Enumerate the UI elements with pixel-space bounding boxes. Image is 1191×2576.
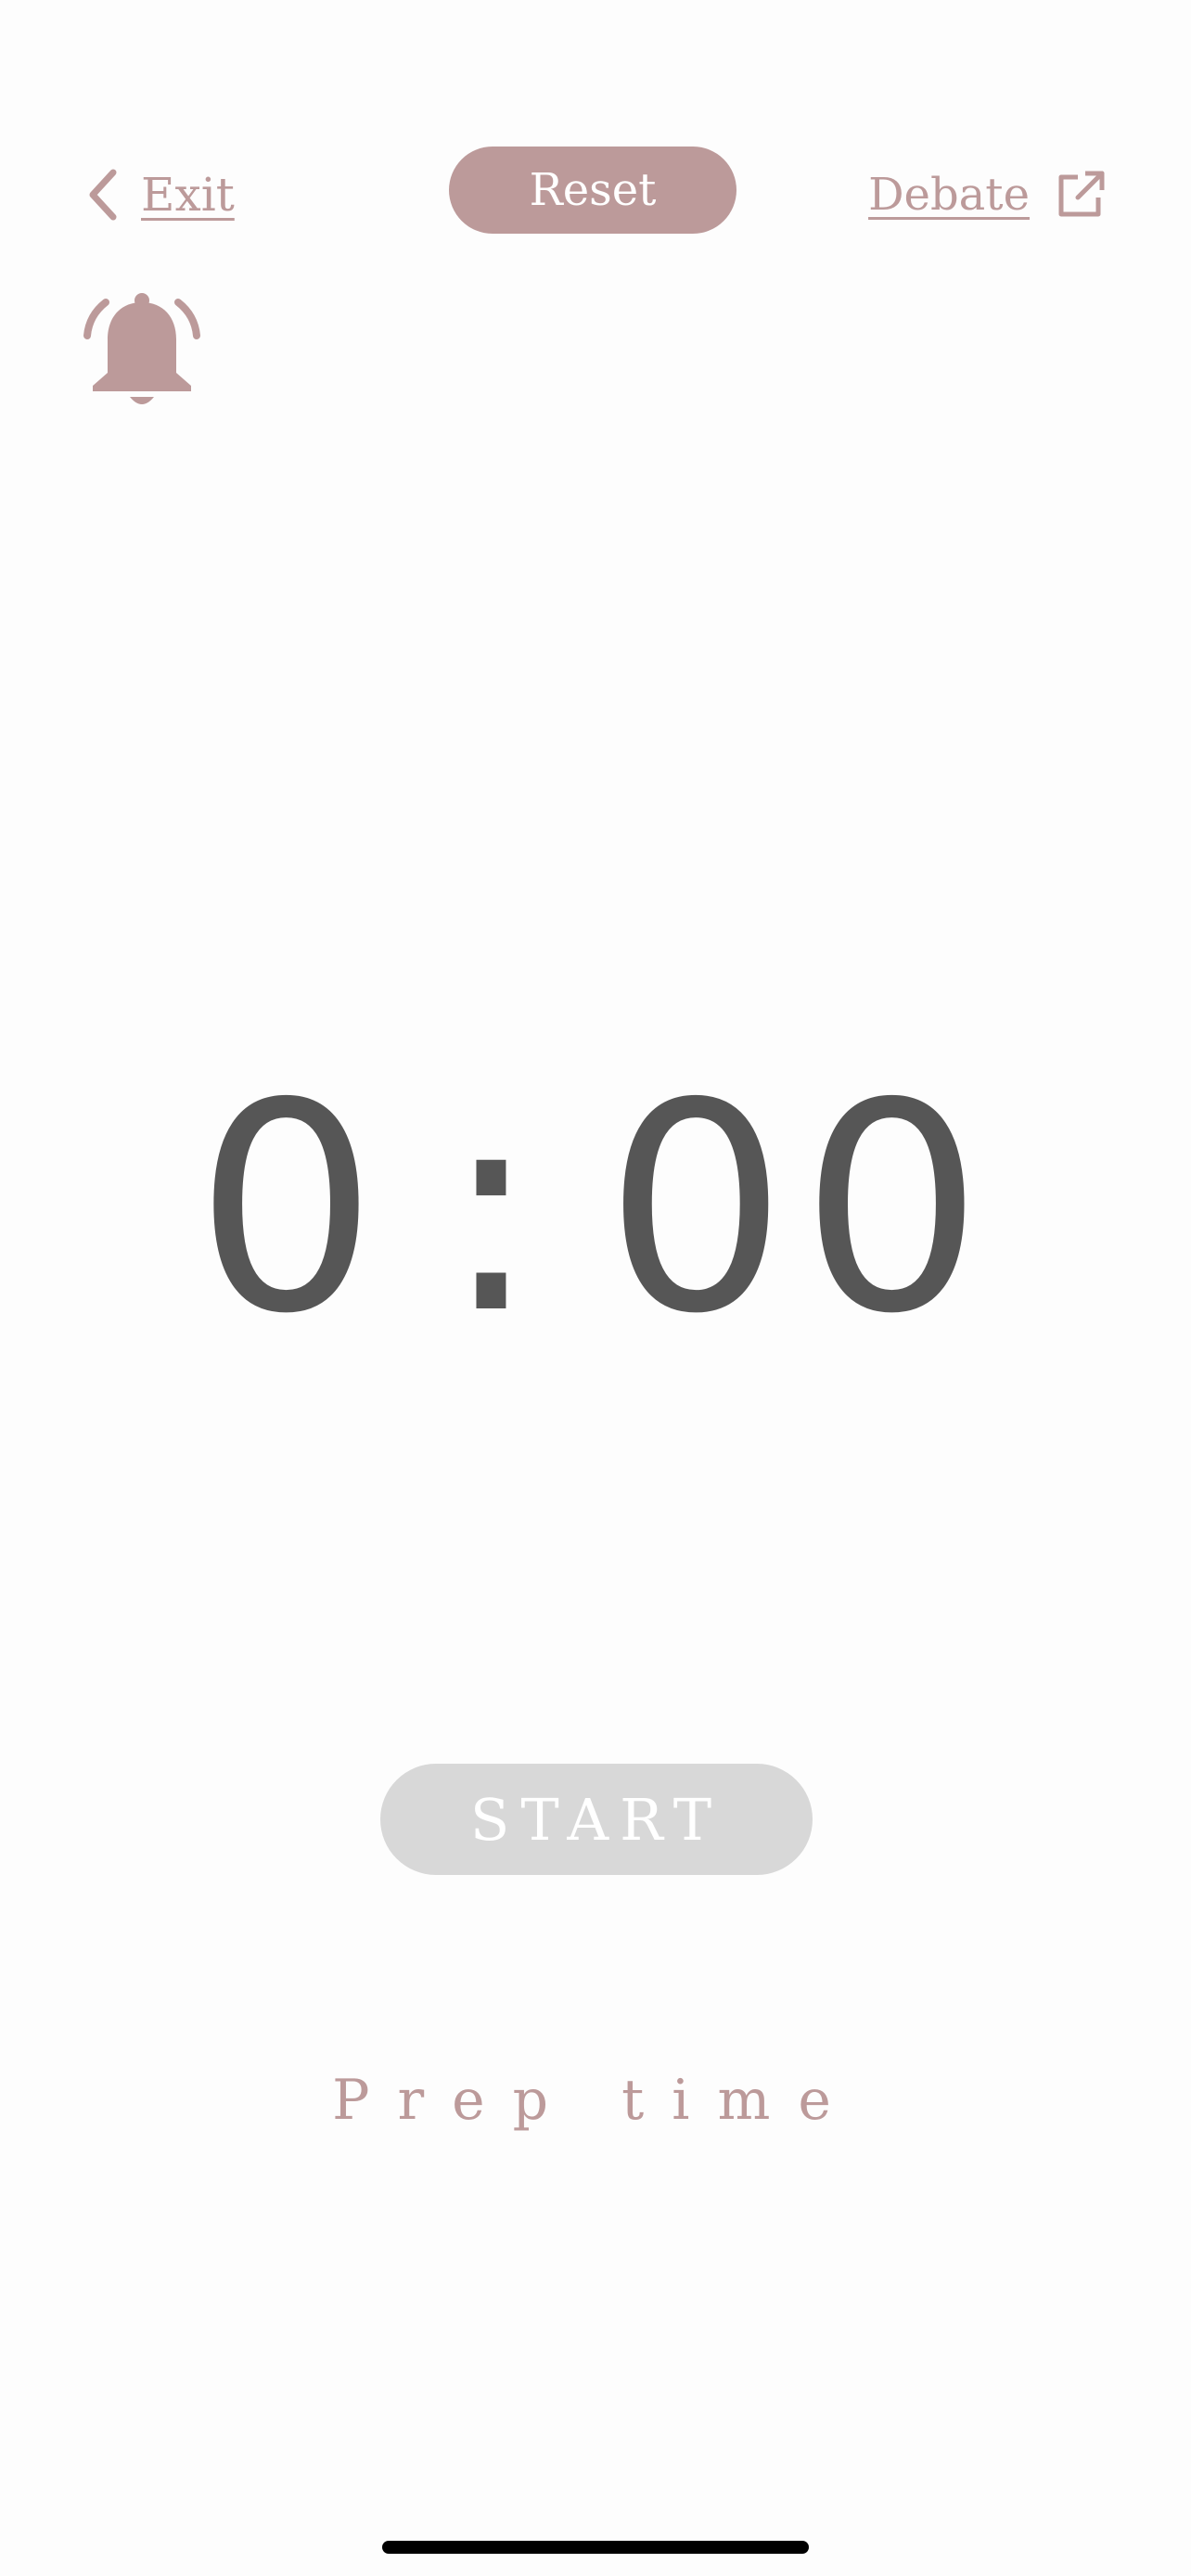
home-indicator[interactable] — [382, 2541, 809, 2554]
timer-separator: : — [442, 1042, 540, 1377]
debate-label: Debate — [868, 169, 1030, 221]
phase-label: Prep time — [332, 2068, 859, 2133]
start-button[interactable]: START — [380, 1764, 813, 1875]
timer-seconds: 00 — [604, 1042, 997, 1377]
bell-ringing-icon[interactable] — [80, 289, 204, 412]
reset-button[interactable]: Reset — [449, 147, 736, 234]
exit-label: Exit — [141, 168, 235, 222]
external-link-icon — [1058, 171, 1105, 217]
debate-link[interactable]: Debate — [868, 159, 1106, 230]
timer-display: 0 : 00 — [0, 1066, 1191, 1354]
timer-screen: Exit Reset Debate 0 : 00 START Prep time — [0, 0, 1191, 2576]
exit-link[interactable]: Exit — [85, 159, 235, 230]
timer-minutes: 0 — [194, 1042, 378, 1377]
chevron-left-icon — [89, 169, 117, 221]
